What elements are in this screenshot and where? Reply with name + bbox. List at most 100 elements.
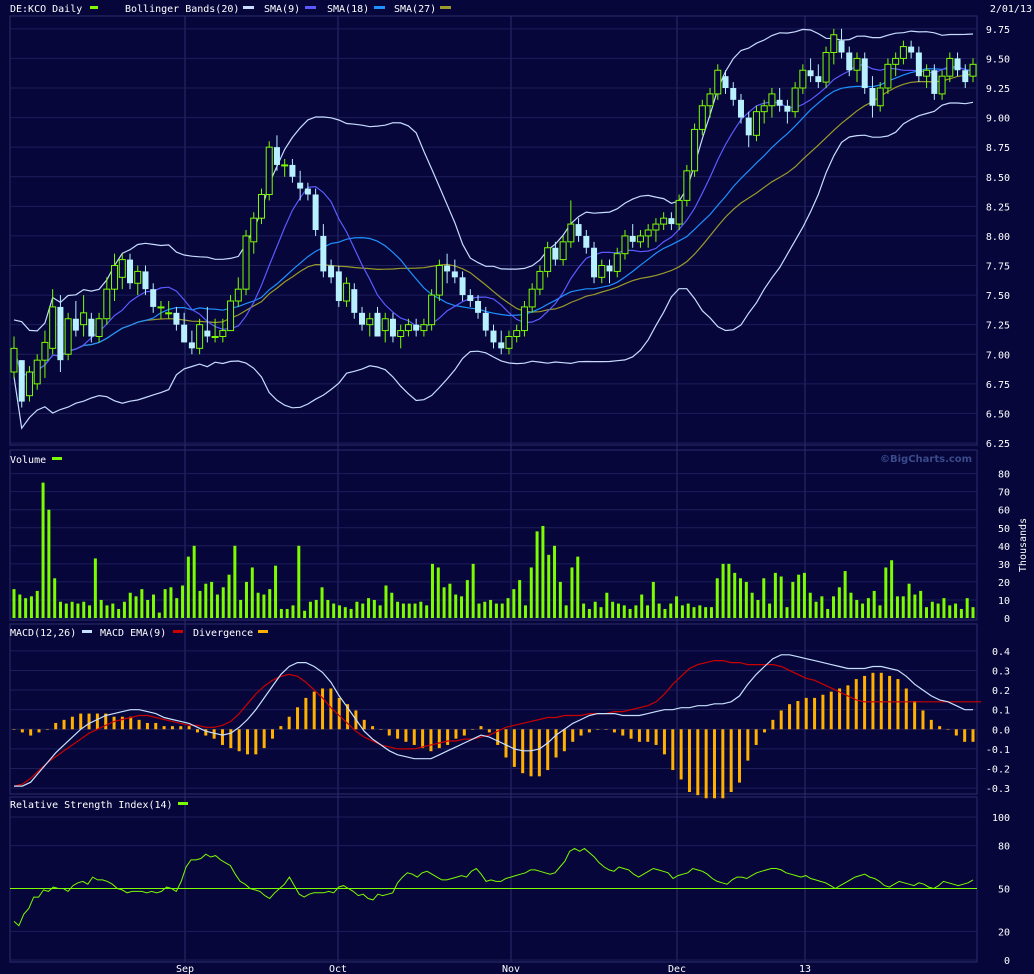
volume-bar — [477, 603, 481, 618]
macd-line-swatch — [82, 630, 92, 633]
candle-body — [165, 312, 173, 315]
macd-histogram-bar — [971, 729, 975, 742]
candle-body — [335, 271, 342, 301]
macd-histogram-bar — [504, 729, 508, 758]
macd-histogram-bar — [487, 729, 491, 733]
volume-bar — [855, 599, 859, 618]
candle-body — [629, 235, 636, 242]
price-tick-label: 9.75 — [986, 25, 1010, 36]
macd-histogram-bar — [145, 722, 149, 730]
candle-body — [482, 312, 489, 331]
volume-bar — [936, 603, 940, 618]
macd-histogram-bar — [279, 726, 283, 730]
candle-body — [88, 318, 95, 337]
volume-bar — [268, 589, 272, 618]
volume-bar — [675, 596, 679, 618]
candle-body — [459, 277, 466, 296]
watermark: ©BigCharts.com — [880, 454, 972, 465]
macd-histogram-bar — [371, 726, 375, 730]
macd-histogram-bar — [220, 729, 224, 745]
price-tick-label: 9.00 — [986, 114, 1010, 125]
volume-bar — [890, 560, 894, 618]
volume-bar — [233, 545, 237, 618]
candle-body — [397, 330, 405, 338]
volume-bar — [436, 567, 440, 618]
candle-body — [776, 99, 783, 106]
price-tick-label: 7.00 — [986, 350, 1010, 361]
volume-bar — [814, 601, 818, 618]
macd-histogram-bar — [712, 729, 716, 799]
candle-body — [799, 69, 807, 89]
macd-histogram-bar — [337, 697, 341, 730]
volume-bar — [576, 556, 580, 618]
legend-sma9-swatch — [305, 6, 316, 9]
macd-histogram-bar — [454, 729, 458, 739]
macd-histogram-bar — [629, 729, 633, 739]
volume-bar — [797, 574, 801, 618]
price-tick-label: 9.50 — [986, 54, 1010, 65]
candle-body — [791, 87, 799, 113]
price-tick-label: 8.75 — [986, 143, 1010, 154]
volume-bar — [802, 572, 806, 618]
rsi-tick-label: 50 — [998, 885, 1010, 896]
candle-body — [691, 128, 699, 172]
candle-body — [915, 52, 922, 77]
candle-body — [49, 306, 57, 349]
volume-bar — [24, 598, 28, 618]
macd-tick-label: 0.1 — [992, 706, 1010, 717]
volume-bar — [500, 603, 504, 618]
volume-bar — [396, 601, 400, 618]
rsi-tick-label: 80 — [998, 842, 1010, 853]
candle-body — [234, 288, 242, 302]
volume-bar — [640, 594, 644, 618]
candle-body — [598, 265, 606, 278]
macd-tick-label: -0.2 — [986, 764, 1010, 775]
volume-bar — [669, 603, 673, 618]
macd-histogram-bar — [904, 688, 908, 730]
volume-bar — [570, 567, 574, 618]
candle-body — [196, 324, 204, 349]
volume-bar — [274, 565, 278, 618]
candle-body — [242, 235, 250, 290]
volume-bar — [791, 581, 795, 618]
candle-body — [64, 318, 72, 355]
macd-histogram-bar — [29, 729, 33, 736]
macd-histogram-bar — [596, 729, 600, 730]
volume-bar — [646, 605, 650, 618]
macd-histogram-bar — [863, 675, 867, 730]
candle-body — [745, 117, 752, 136]
volume-bar — [419, 601, 423, 618]
candle-body — [103, 288, 111, 320]
volume-bar — [215, 594, 219, 618]
volume-bar — [832, 596, 836, 618]
candle-body — [552, 247, 559, 260]
macd-histogram-bar — [187, 726, 191, 730]
candle-body — [520, 306, 528, 332]
candle-body — [822, 52, 830, 83]
volume-bar — [442, 587, 446, 618]
macd-histogram-bar — [871, 672, 875, 730]
candle-body — [150, 289, 157, 307]
volume-bar — [82, 601, 86, 618]
macd-histogram-bar — [170, 726, 174, 730]
macd-histogram-bar — [721, 729, 725, 799]
volume-bar — [843, 571, 847, 618]
volume-bar — [744, 581, 748, 618]
volume-bar — [239, 599, 243, 618]
candle-body — [962, 70, 969, 83]
macd-histogram-bar — [396, 729, 400, 739]
candle-body — [583, 235, 590, 248]
macd-histogram-bar — [888, 675, 892, 730]
volume-bar — [512, 589, 516, 618]
candle-body — [18, 360, 25, 402]
macd-ema-label: MACD EMA(9) — [100, 628, 166, 639]
volume-bar — [279, 608, 283, 618]
candle-body — [304, 188, 311, 195]
legend-sma9-label: SMA(9) — [264, 4, 300, 15]
price-tick-label: 8.00 — [986, 232, 1010, 243]
candle-body — [328, 265, 335, 278]
macd-histogram-bar — [854, 679, 858, 730]
macd-histogram-bar — [846, 685, 850, 730]
macd-histogram-bar — [20, 729, 24, 733]
volume-bar — [820, 596, 824, 618]
